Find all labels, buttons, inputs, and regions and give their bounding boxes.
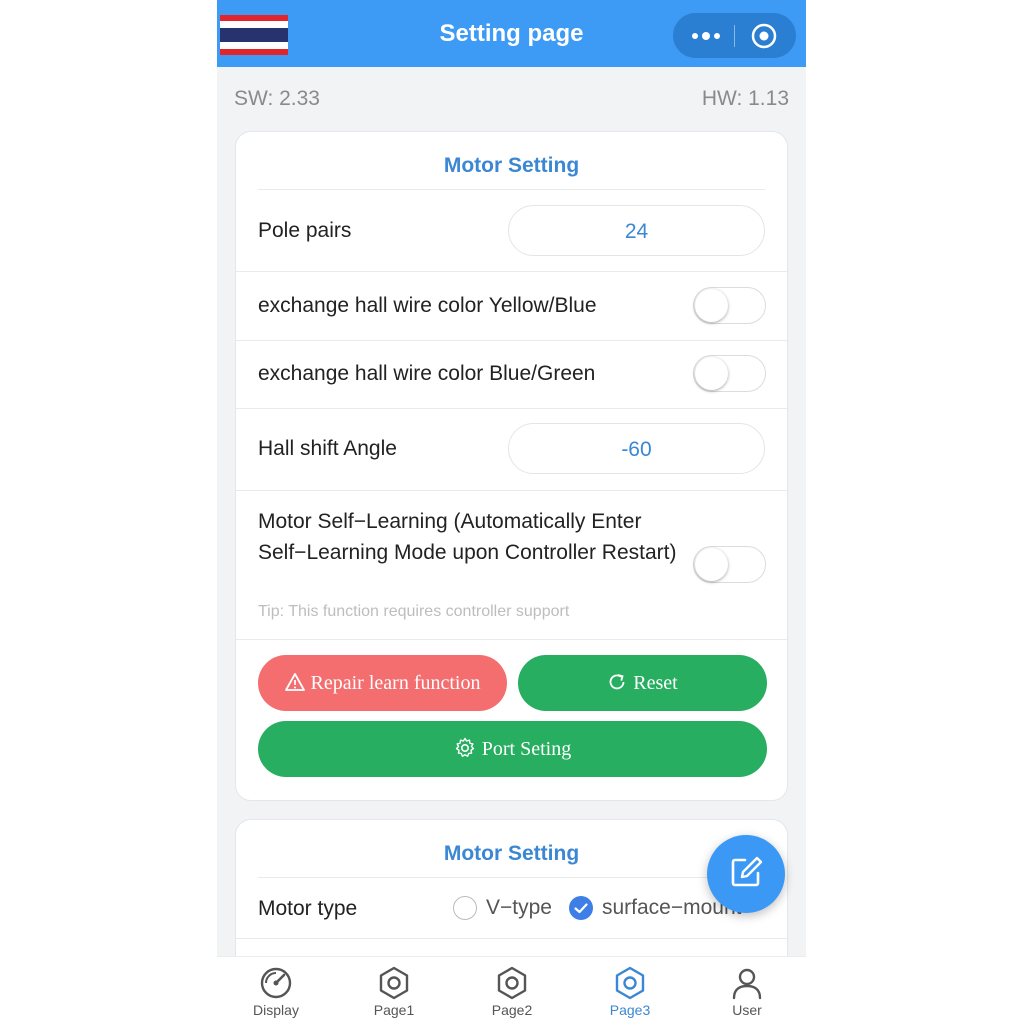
card-title: Motor Setting [443,154,580,177]
pole-pairs-input[interactable]: 24 [508,205,765,256]
toggle-knob [695,548,728,581]
v-type-radio[interactable] [453,896,477,920]
repair-learn-button[interactable]: Repair learn function [258,655,507,711]
divider [236,639,787,640]
self-learning-label: Motor Self−Learning (Automatically Enter… [258,510,677,564]
pole-pairs-label: Pole pairs [258,219,352,242]
speedometer-icon [260,967,292,999]
nav-bar: Setting page [217,0,806,67]
divider [236,938,787,939]
hall-shift-label: Hall shift Angle [258,437,397,460]
divider [258,189,765,190]
hexagon-nut-icon [497,966,527,1000]
v-type-label: V−type [486,896,552,919]
more-dots-icon[interactable] [689,25,723,47]
reset-button[interactable]: Reset [518,655,767,711]
bottom-tab-bar: Display Page1 Page2 Page3 User [217,956,806,1024]
gear-icon [455,738,474,758]
mini-program-capsule [673,13,796,58]
hall-blue-green-label: exchange hall wire color Blue/Green [258,362,596,385]
phone-screen: Setting page SW: 2.33 HW: 1.13 Motor Set… [217,0,806,1024]
close-target-icon[interactable] [751,23,777,49]
software-version: SW: 2.33 [234,87,320,110]
tab-page3[interactable]: Page3 [571,957,689,1024]
self-learning-tip: Tip: This function requires controller s… [258,603,570,620]
reset-label: Reset [633,672,678,694]
user-icon [732,968,762,1000]
capsule-divider [734,25,735,47]
divider [236,490,787,491]
tab-label: Display [253,1002,299,1018]
tab-label: User [732,1002,762,1018]
motor-setting-card: Motor Setting Pole pairs 24 exchange hal… [235,131,788,801]
hall-yellow-blue-label: exchange hall wire color Yellow/Blue [258,294,597,317]
surface-mount-radio[interactable] [569,896,593,920]
edit-icon [731,856,763,887]
port-setting-button[interactable]: Port Seting [258,721,767,777]
tab-label: Page3 [609,1002,651,1018]
tab-user[interactable]: User [688,957,806,1024]
tab-label: Page1 [373,1002,415,1018]
hexagon-nut-icon [615,966,645,1000]
divider [236,408,787,409]
tab-page1[interactable]: Page1 [335,957,453,1024]
toggle-knob [695,357,728,390]
hall-blue-green-toggle[interactable] [693,355,766,392]
motor-type-label: Motor type [258,897,358,920]
hall-yellow-blue-toggle[interactable] [693,287,766,324]
tab-page2[interactable]: Page2 [453,957,571,1024]
card-title: Motor Setting [443,842,580,865]
toggle-knob [695,289,728,322]
repair-learn-label: Repair learn function [310,672,481,694]
divider [236,340,787,341]
tab-label: Page2 [491,1002,533,1018]
port-setting-label: Port Seting [481,738,572,760]
divider [258,877,765,878]
self-learning-toggle[interactable] [693,546,766,583]
refresh-icon [609,674,625,690]
warning-icon [284,673,305,692]
hexagon-nut-icon [379,966,409,1000]
hall-shift-input[interactable]: -60 [508,423,765,474]
edit-fab-button[interactable] [707,835,785,913]
tab-display[interactable]: Display [217,957,335,1024]
hardware-version: HW: 1.13 [701,87,789,110]
divider [236,271,787,272]
checkmark-icon [574,903,588,914]
